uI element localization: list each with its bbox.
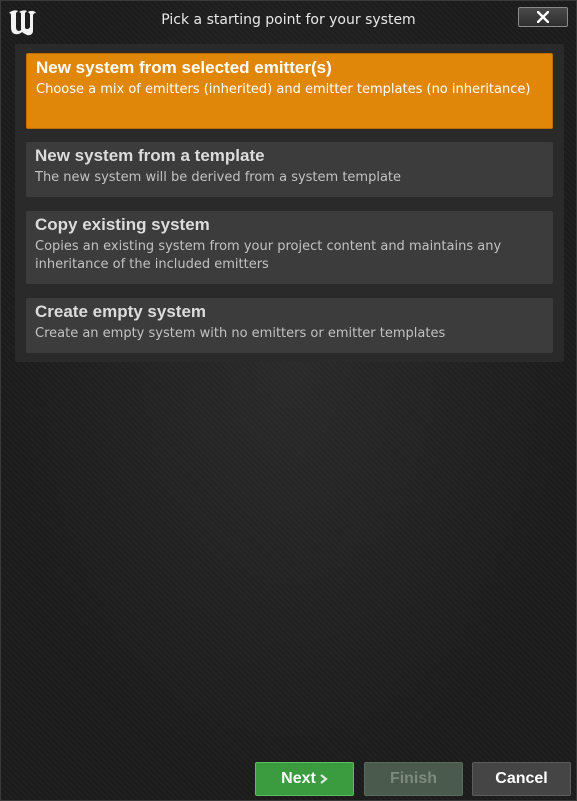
- next-button-label: Next: [281, 770, 316, 787]
- finish-button[interactable]: Finish: [364, 762, 463, 796]
- option-title: New system from a template: [35, 146, 265, 165]
- cancel-button-label: Cancel: [495, 770, 548, 787]
- option-title: Copy existing system: [35, 215, 210, 234]
- option-title: Create empty system: [35, 302, 207, 321]
- options-panel: New system from selected emitter(s) Choo…: [15, 44, 564, 362]
- dialog-window: Pick a starting point for your system Ne…: [0, 0, 577, 801]
- close-button[interactable]: [518, 7, 568, 27]
- cancel-button[interactable]: Cancel: [472, 762, 571, 796]
- option-new-system-from-selected-emitters[interactable]: New system from selected emitter(s) Choo…: [26, 53, 553, 129]
- title-bar[interactable]: Pick a starting point for your system: [1, 1, 576, 41]
- option-title: New system from selected emitter(s): [36, 58, 332, 77]
- next-button[interactable]: Next: [255, 762, 354, 796]
- finish-button-label: Finish: [389, 770, 438, 787]
- close-icon: [537, 11, 549, 23]
- option-create-empty-system[interactable]: Create empty system Create an empty syst…: [26, 298, 553, 353]
- option-new-system-from-template[interactable]: New system from a template The new syste…: [26, 142, 553, 197]
- chevron-right-icon: [320, 774, 328, 784]
- option-description: The new system will be derived from a sy…: [35, 170, 402, 185]
- option-copy-existing-system[interactable]: Copy existing system Copies an existing …: [26, 211, 553, 284]
- dialog-title: Pick a starting point for your system: [161, 12, 416, 28]
- option-description: Create an empty system with no emitters …: [35, 326, 446, 341]
- option-description: Copies an existing system from your proj…: [35, 239, 502, 272]
- option-description: Choose a mix of emitters (inherited) and…: [36, 82, 531, 97]
